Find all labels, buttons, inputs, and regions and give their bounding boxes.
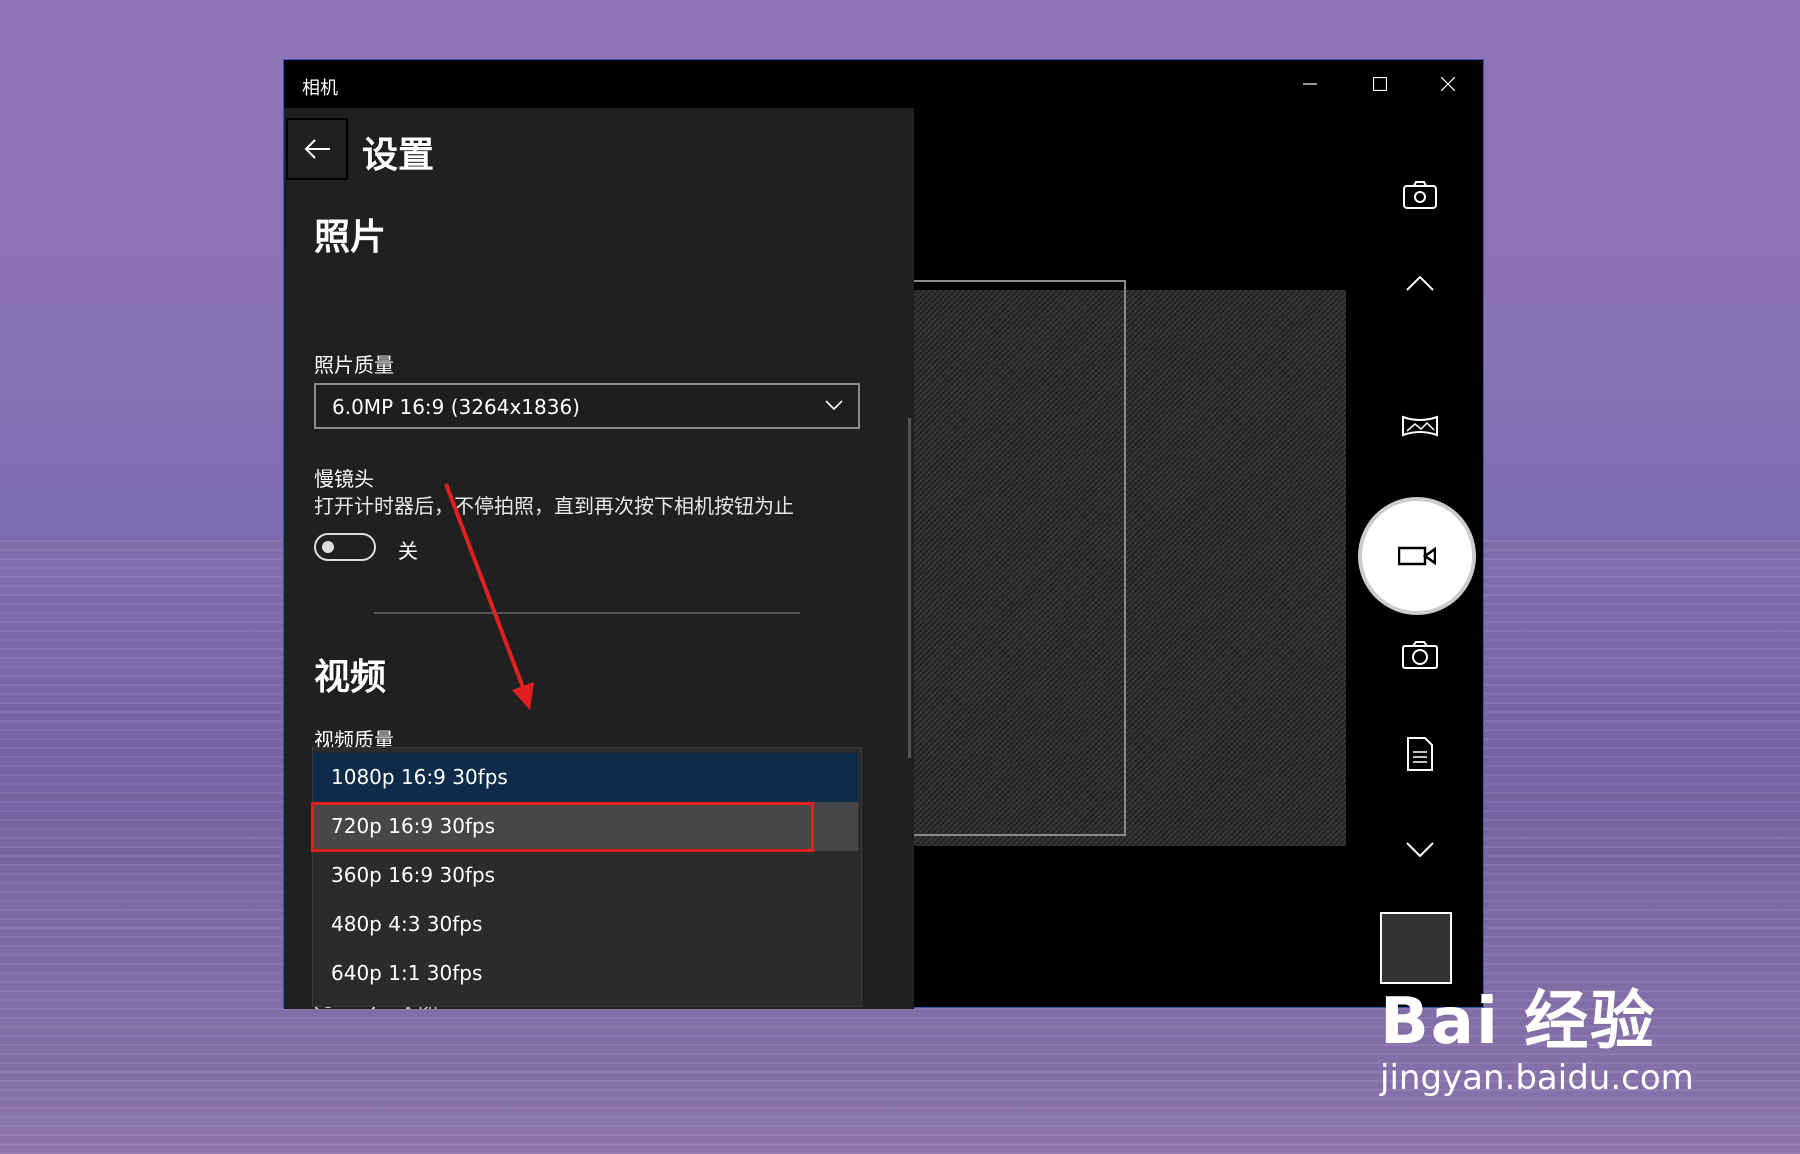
scrollbar[interactable] <box>908 418 911 758</box>
photo-quality-value: 6.0MP 16:9 (3264x1836) <box>332 395 580 419</box>
watermark-url: jingyan.baidu.com <box>1380 1058 1694 1098</box>
video-option-480p[interactable]: 480p 4:3 30fps <box>313 900 858 949</box>
chevron-up-icon <box>1406 275 1434 291</box>
back-button[interactable] <box>286 118 348 180</box>
camera-window: 相机 设置 照片 照片质量 6.0MP 16:9 (3264x1836) 慢镜头… <box>283 59 1484 1009</box>
photo-mode-button[interactable] <box>1392 627 1448 683</box>
timelapse-toggle-label: 关 <box>398 539 418 563</box>
video-camera-icon <box>1398 546 1436 566</box>
video-option-360p[interactable]: 360p 16:9 30fps <box>313 851 858 900</box>
photo-heading: 照片 <box>314 217 387 258</box>
window-title: 相机 <box>302 78 338 99</box>
back-arrow-icon <box>304 139 330 159</box>
video-option-1080p[interactable]: 1080p 16:9 30fps <box>313 753 858 802</box>
video-record-button[interactable] <box>1362 501 1472 611</box>
timelapse-toggle[interactable] <box>314 533 376 561</box>
highlight-box <box>311 802 814 852</box>
timelapse-label: 慢镜头 <box>314 467 374 491</box>
timelapse-description: 打开计时器后，不停拍照，直到再次按下相机按钮为止 <box>314 494 794 518</box>
video-quality-dropdown: 1080p 16:9 30fps 720p 16:9 30fps 360p 16… <box>313 748 861 1006</box>
scroll-up-button[interactable] <box>1392 255 1448 311</box>
panorama-icon <box>1402 415 1438 437</box>
framing-guide <box>914 280 1126 836</box>
video-heading: 视频 <box>314 657 387 698</box>
title-bar: 相机 <box>284 60 1483 108</box>
watermark: Bai 经验 jingyan.baidu.com <box>1380 970 1694 1098</box>
minimize-button[interactable] <box>1276 60 1344 108</box>
video-option-640p[interactable]: 640p 1:1 30fps <box>313 949 858 998</box>
close-icon <box>1441 77 1455 91</box>
photo-quality-label: 照片质量 <box>314 353 394 377</box>
switch-camera-button[interactable] <box>1392 168 1448 224</box>
panorama-button[interactable] <box>1392 398 1448 454</box>
scroll-down-button[interactable] <box>1392 822 1448 878</box>
chevron-down-icon <box>1406 842 1434 858</box>
maximize-button[interactable] <box>1346 60 1414 108</box>
close-button[interactable] <box>1414 60 1482 108</box>
watermark-brand: Bai 经验 <box>1380 985 1657 1059</box>
chevron-down-icon <box>825 400 843 411</box>
document-mode-button[interactable] <box>1392 726 1448 782</box>
settings-panel: 设置 照片 照片质量 6.0MP 16:9 (3264x1836) 慢镜头 打开… <box>284 108 914 1009</box>
section-divider <box>374 612 800 614</box>
switch-camera-icon <box>1403 181 1437 209</box>
document-icon <box>1407 737 1433 771</box>
minimize-icon <box>1303 83 1317 85</box>
maximize-icon <box>1373 77 1387 91</box>
camera-icon <box>1402 641 1438 669</box>
page-title: 设置 <box>362 135 435 176</box>
photo-quality-select[interactable]: 6.0MP 16:9 (3264x1836) <box>314 383 860 429</box>
